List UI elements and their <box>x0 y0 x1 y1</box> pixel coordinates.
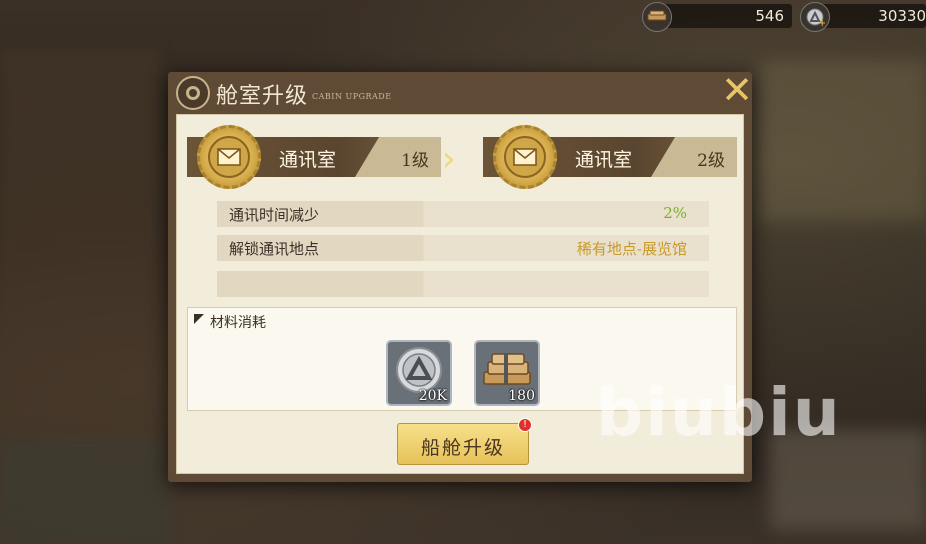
next-room-banner: 通讯室 2级 <box>483 125 737 189</box>
room-name: 通讯室 <box>279 149 337 171</box>
stat-value: 稀有地点-展览馆 <box>576 240 687 258</box>
coin-count: 30330 <box>878 7 926 25</box>
cabin-upgrade-button[interactable]: 船舱升级 ! <box>397 418 532 465</box>
room-name: 通讯室 <box>575 149 633 171</box>
room-level: 2级 <box>697 151 725 171</box>
stat-row-empty <box>217 271 709 297</box>
material-item-wood[interactable]: 180 <box>474 340 540 406</box>
dialog-title: 舱室升级 <box>216 84 309 109</box>
alert-badge: ! <box>518 418 532 432</box>
gear-badge <box>493 125 557 189</box>
wood-count: 546 <box>755 7 784 25</box>
silver-coin-icon[interactable]: + <box>800 2 830 32</box>
stat-row: 通讯时间减少 2% <box>217 201 709 227</box>
background-shape <box>0 50 160 430</box>
current-room-banner: 通讯室 1级 <box>187 125 441 189</box>
corner-flag-icon <box>194 314 204 324</box>
close-icon[interactable]: ✕ <box>720 71 754 109</box>
wood-planks-icon <box>642 2 672 32</box>
gear-badge <box>197 125 261 189</box>
material-item-coin[interactable]: 20K <box>386 340 452 406</box>
upgrade-button-label: 船舱升级 <box>420 437 505 459</box>
stat-label: 解锁通讯地点 <box>229 240 320 258</box>
stat-row: 解锁通讯地点 稀有地点-展览馆 <box>217 235 709 261</box>
chevron-right-icon: › <box>442 139 456 179</box>
wood-resource-box: 546 <box>652 4 792 28</box>
stat-label: 通讯时间减少 <box>229 206 320 224</box>
room-level: 1级 <box>401 151 429 171</box>
dialog-subtitle: CABIN UPGRADE <box>312 92 392 101</box>
materials-title: 材料消耗 <box>210 315 266 331</box>
envelope-icon <box>208 136 250 178</box>
svg-text:+: + <box>818 18 825 27</box>
watermark: biubiu <box>596 374 842 451</box>
stat-value: 2% <box>663 204 687 222</box>
background-shape <box>0 440 170 544</box>
background-shape <box>760 60 926 220</box>
gear-emblem-icon <box>176 76 210 110</box>
coin-resource-box: 30330 <box>814 4 926 28</box>
material-qty: 180 <box>508 388 535 404</box>
wood-resource: 546 <box>642 2 792 32</box>
envelope-icon <box>504 136 546 178</box>
material-qty: 20K <box>418 388 447 404</box>
dialog-header: 舱室升级 CABIN UPGRADE ✕ <box>168 71 754 114</box>
coin-resource: 30330 + <box>800 2 926 32</box>
